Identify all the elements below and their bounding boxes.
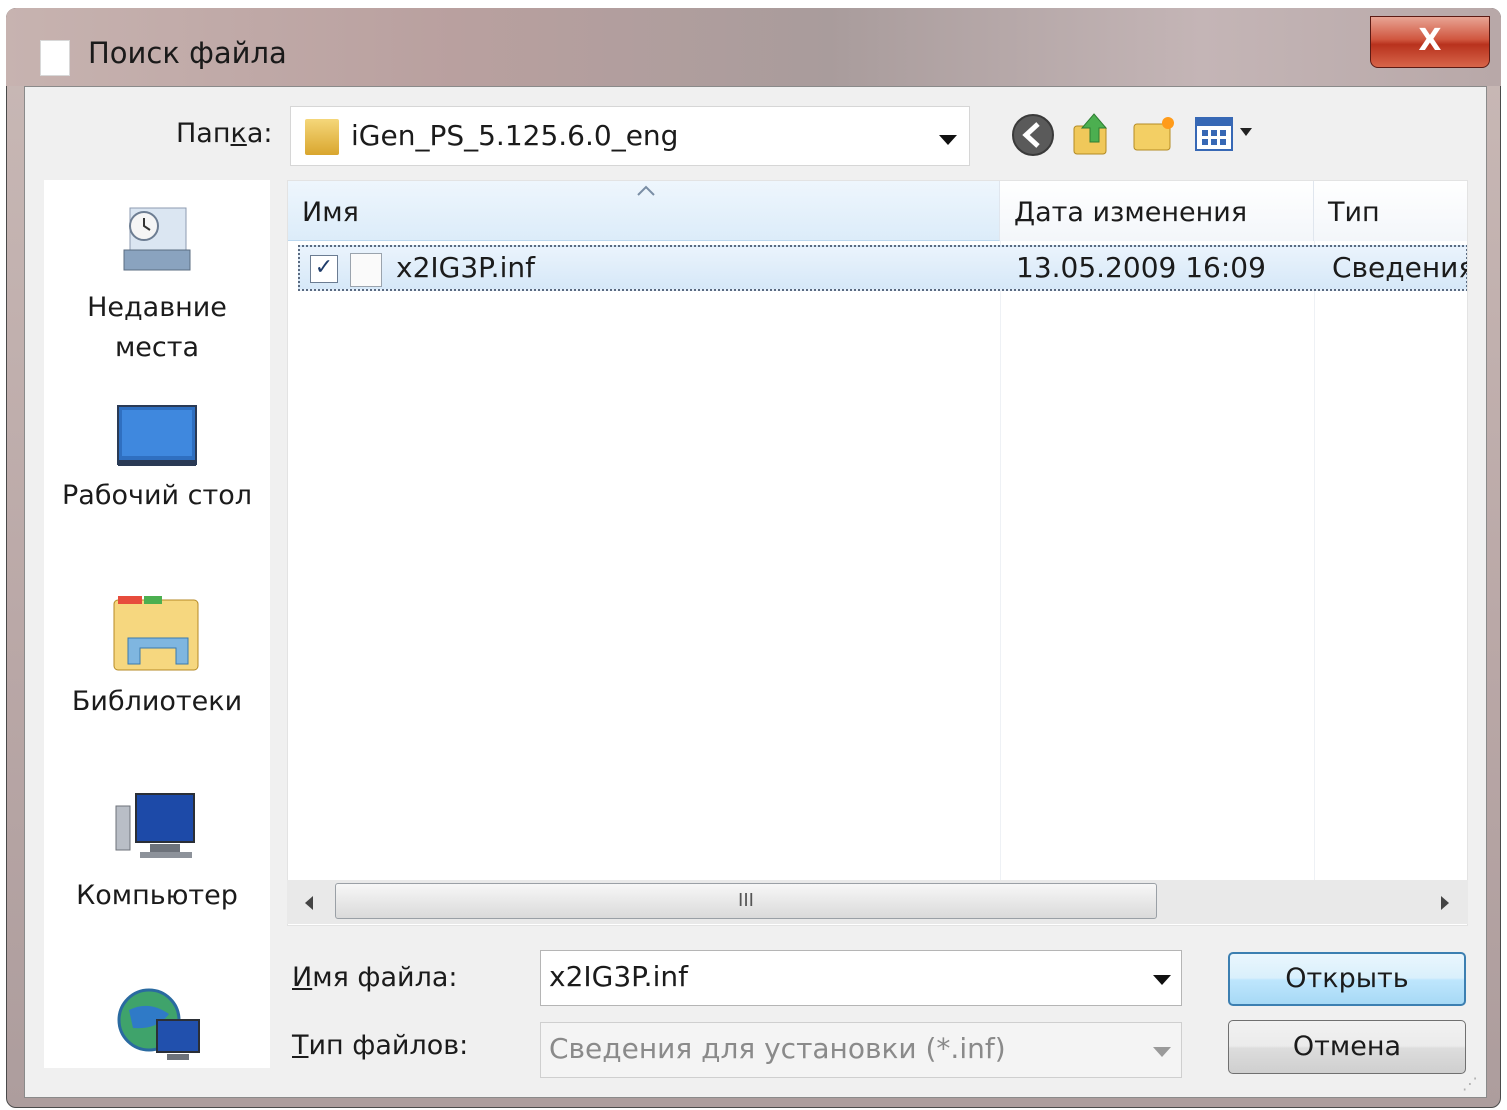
places-bar: Недавние места Рабочий стол Библиотеки К… — [44, 180, 270, 1068]
open-button[interactable]: Открыть — [1228, 952, 1466, 1006]
view-menu-icon[interactable] — [1194, 116, 1260, 156]
filetype-value: Сведения для установки (*.inf) — [549, 1032, 1006, 1065]
column-divider — [1000, 241, 1001, 881]
filename-input[interactable]: x2IG3P.inf — [540, 950, 1182, 1006]
folder-label: Папка: — [176, 118, 273, 149]
back-arrow-icon[interactable] — [1010, 112, 1056, 158]
filetype-label: Тип файлов: — [292, 1030, 469, 1061]
place-label: Рабочий стол — [62, 480, 252, 511]
folder-up-icon[interactable] — [1070, 110, 1116, 158]
file-date: 13.05.2009 16:09 — [1016, 251, 1266, 284]
network-icon — [117, 988, 200, 1060]
place-label: Компьютер — [76, 880, 238, 911]
inf-file-icon — [350, 253, 382, 287]
column-header-type[interactable]: Тип — [1314, 181, 1467, 241]
place-network[interactable] — [44, 980, 270, 1072]
place-desktop[interactable]: Рабочий стол — [44, 402, 270, 516]
close-button[interactable]: X — [1370, 16, 1490, 68]
scroll-right-icon[interactable] — [1441, 896, 1449, 910]
chevron-down-icon[interactable] — [1153, 1047, 1171, 1057]
horizontal-scrollbar[interactable]: III — [287, 880, 1468, 924]
recent-places-icon — [123, 207, 191, 271]
file-list[interactable]: Имя Дата изменения Тип ✓ x2IG3P.inf 13.0… — [287, 180, 1468, 926]
list-item[interactable]: ✓ x2IG3P.inf 13.05.2009 16:09 Сведения — [298, 245, 1468, 291]
place-computer[interactable]: Компьютер — [44, 790, 270, 916]
filename-label: Имя файла: — [292, 962, 458, 993]
chevron-down-icon[interactable] — [939, 135, 957, 145]
column-header-date[interactable]: Дата изменения — [1000, 181, 1314, 241]
resize-grip-icon[interactable]: ⋰ — [1462, 1074, 1482, 1094]
desktop-icon — [117, 405, 197, 466]
file-name: x2IG3P.inf — [396, 251, 535, 284]
folder-icon — [305, 119, 339, 155]
new-folder-icon[interactable] — [1132, 114, 1178, 154]
filename-value: x2IG3P.inf — [549, 960, 688, 993]
place-recent[interactable]: Недавние места — [44, 198, 270, 368]
filetype-select[interactable]: Сведения для установки (*.inf) — [540, 1022, 1182, 1078]
place-libraries[interactable]: Библиотеки — [44, 592, 270, 722]
folder-combo[interactable]: iGen_PS_5.125.6.0_eng — [290, 106, 970, 166]
title-bar[interactable]: Поиск файла X — [6, 8, 1501, 86]
cancel-button[interactable]: Отмена — [1228, 1020, 1466, 1074]
chevron-down-icon[interactable] — [1153, 975, 1171, 985]
libraries-icon — [113, 596, 199, 671]
scroll-left-icon[interactable] — [305, 896, 313, 910]
place-label: Недавние места — [87, 292, 227, 363]
column-header-name[interactable]: Имя — [288, 181, 1000, 241]
computer-icon — [115, 793, 195, 858]
folder-value: iGen_PS_5.125.6.0_eng — [351, 119, 679, 152]
file-type: Сведения — [1332, 251, 1468, 284]
item-checkbox[interactable]: ✓ — [310, 255, 338, 283]
place-label: Библиотеки — [71, 686, 243, 717]
window-icon — [40, 40, 70, 76]
sort-ascending-icon — [637, 185, 655, 196]
scroll-thumb[interactable]: III — [335, 883, 1157, 919]
column-divider — [1314, 241, 1315, 881]
window-title: Поиск файла — [88, 36, 287, 70]
